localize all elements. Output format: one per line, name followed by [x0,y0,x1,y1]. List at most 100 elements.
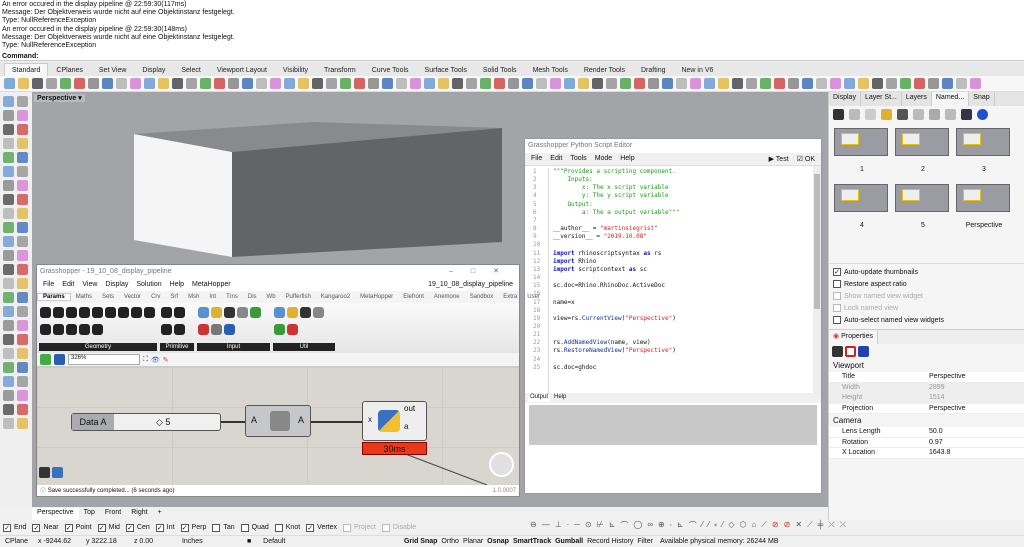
option-checkbox[interactable]: Auto-select named view widgets [829,314,1024,326]
toolbar-tool-icon[interactable] [662,78,673,89]
left-tool-icon[interactable] [3,264,14,275]
property-row[interactable]: X Location 1643.8 [829,448,1024,459]
window-controls[interactable]: –□✕ [449,265,519,279]
toolbar-tool-icon[interactable] [956,78,967,89]
panel-tab[interactable]: Named... [931,92,970,106]
gh-menu-view[interactable]: View [82,281,97,289]
viewport-tab[interactable]: Right [126,508,152,520]
panel-tab[interactable]: Layers [902,92,932,106]
gh-canvas[interactable]: Data A ◇ 5 AA x out a 30ms [37,367,519,485]
save-file-icon[interactable] [54,354,65,365]
snap-tool-icon[interactable]: ⊕ [658,520,665,531]
component-icon[interactable] [198,324,209,335]
toolbar-tool-icon[interactable] [858,78,869,89]
snap-tool-icon[interactable]: ⁄ [702,520,703,531]
left-tool-icon[interactable] [17,334,28,345]
open-icon[interactable] [881,109,892,120]
gh-tab[interactable]: Crv [146,294,165,300]
component-icon[interactable] [211,324,222,335]
toolbar-tab-select[interactable]: Select [173,63,208,76]
panel-tab[interactable]: Layer St... [861,92,902,106]
component-icon[interactable] [211,307,222,318]
gh-menu-file[interactable]: File [43,281,54,289]
left-tool-icon[interactable] [17,404,28,415]
osnap-int[interactable]: ✓ Int [155,522,175,534]
named-view-thumbnail[interactable] [956,184,1010,212]
left-tool-icon[interactable] [3,208,14,219]
viewport-tab[interactable]: + [153,508,167,520]
toolbar-tool-icon[interactable] [830,78,841,89]
osnap-quad[interactable]: Quad [240,522,269,534]
snap-tool-icon[interactable]: ⌒ [620,520,628,531]
gh-tab[interactable]: Msh [183,294,204,300]
toolbar-tool-icon[interactable] [368,78,379,89]
snap-tool-icon[interactable]: ⊙ [585,520,592,531]
toolbar-tool-icon[interactable] [326,78,337,89]
component-icon[interactable] [224,324,235,335]
osnap-project[interactable]: Project [343,522,376,534]
toolbar-tool-icon[interactable] [508,78,519,89]
left-tool-icon[interactable] [3,418,14,429]
eye-icon[interactable] [945,109,956,120]
toolbar-tool-icon[interactable] [396,78,407,89]
gh-tab[interactable]: Trns [221,294,243,300]
gh-tab[interactable]: Pufferfish [281,294,316,300]
status-toggle-smarttrack[interactable]: SmartTrack [511,538,553,545]
toolbar-tool-icon[interactable] [424,78,435,89]
option-checkbox[interactable]: Restore aspect ratio [829,278,1024,290]
left-tool-icon[interactable] [17,236,28,247]
toolbar-tool-icon[interactable] [214,78,225,89]
left-tool-icon[interactable] [17,166,28,177]
osnap-point[interactable]: ✓ Point [64,522,92,534]
property-value[interactable]: 1514 [929,393,945,403]
menu-edit[interactable]: Edit [550,155,562,163]
component-icon[interactable] [79,307,90,318]
toolbar-tool-icon[interactable] [88,78,99,89]
zoom-extents-icon[interactable]: ⛶ [143,356,148,364]
toolbar-tool-icon[interactable] [18,78,29,89]
osnap-mid[interactable]: ✓ Mid [97,522,120,534]
toolbar-tool-icon[interactable] [648,78,659,89]
toolbar-tool-icon[interactable] [340,78,351,89]
gh-tab[interactable]: Params [37,293,71,301]
viewport-tab[interactable]: Top [79,508,100,520]
gh-tab[interactable]: Extra [498,294,522,300]
status-units[interactable]: Inches [177,538,237,545]
toolbar-tool-icon[interactable] [522,78,533,89]
osnap-knot[interactable]: Knot [274,522,300,534]
gh-tab[interactable]: Srf [165,294,183,300]
toolbar-tool-icon[interactable] [32,78,43,89]
status-layer[interactable]: ■ Default [237,538,332,545]
property-row[interactable]: Projection Perspective [829,403,1024,414]
named-view-thumbnail[interactable] [895,184,949,212]
toolbar-tool-icon[interactable] [242,78,253,89]
left-tool-icon[interactable] [3,194,14,205]
toolbar-tool-icon[interactable] [438,78,449,89]
snap-tool-icon[interactable]: ⊘ [772,520,779,531]
open-file-icon[interactable] [40,354,51,365]
component-icon[interactable] [92,324,103,335]
toolbar-tool-icon[interactable] [564,78,575,89]
snap-tool-icon[interactable]: ∞ [647,520,653,531]
toolbar-tab-transform[interactable]: Transform [316,63,364,76]
toolbar-tab-standard[interactable]: Standard [4,63,49,76]
snap-tool-icon[interactable]: ─ [574,520,580,531]
toolbar-tab-visibility[interactable]: Visibility [275,63,316,76]
left-tool-icon[interactable] [3,348,14,359]
component-icon[interactable] [144,307,155,318]
property-row[interactable]: Title Perspective [829,372,1024,383]
toolbar-tool-icon[interactable] [452,78,463,89]
gh-menu-solution[interactable]: Solution [136,281,161,289]
menu-tools[interactable]: Tools [570,155,586,163]
left-tool-icon[interactable] [17,362,28,373]
property-row[interactable]: Width 2899 [829,382,1024,393]
property-value[interactable]: 2899 [929,383,945,393]
toolbar-tool-icon[interactable] [284,78,295,89]
code-scrollbar[interactable] [813,166,821,394]
component-icon[interactable] [224,307,235,318]
menu-file[interactable]: File [531,155,542,163]
left-tool-icon[interactable] [17,348,28,359]
python-icon[interactable] [52,467,63,478]
toolbar-tool-icon[interactable] [970,78,981,89]
toolbar-tool-icon[interactable] [130,78,141,89]
